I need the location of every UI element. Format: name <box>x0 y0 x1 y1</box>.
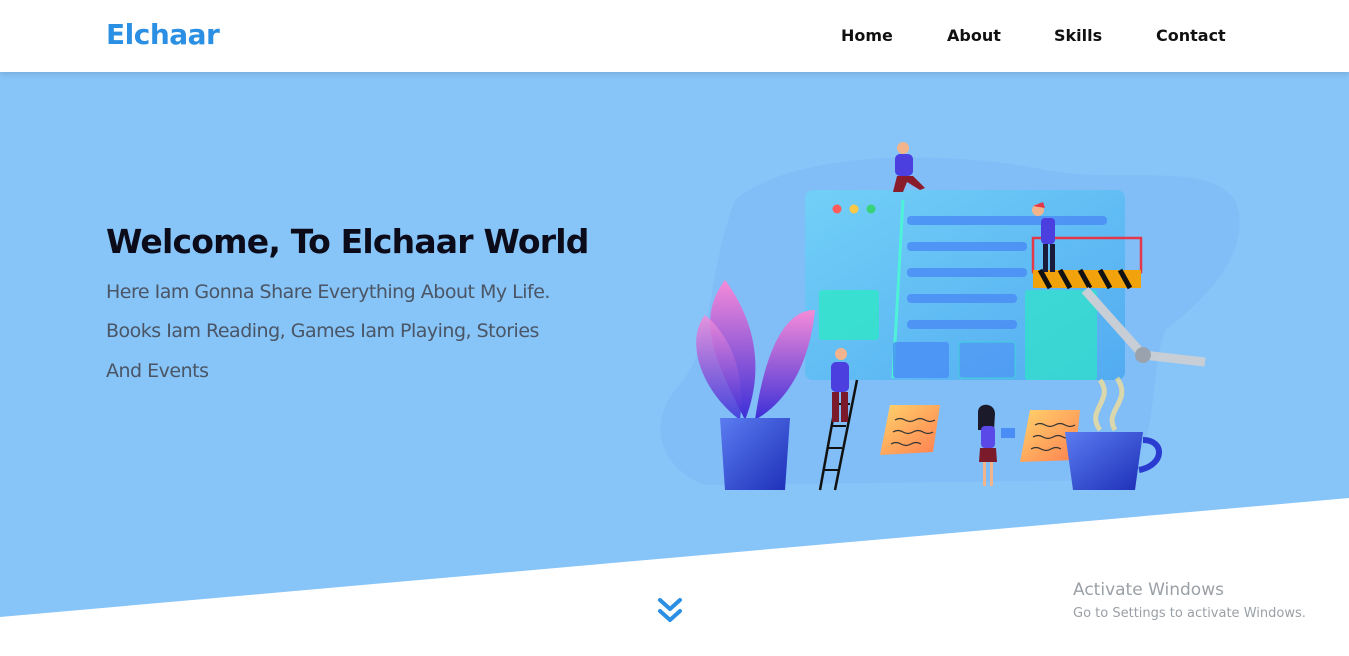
watermark-title: Activate Windows <box>1073 580 1224 600</box>
navbar: Elchaar Home About Skills Contact <box>0 0 1349 72</box>
nav-skills[interactable]: Skills <box>1054 26 1102 45</box>
nav-about[interactable]: About <box>947 26 1001 45</box>
hero-line-1: Here Iam Gonna Share Everything About My… <box>106 281 550 303</box>
hero-line-3: And Events <box>106 360 209 382</box>
nav-home[interactable]: Home <box>841 26 893 45</box>
hero-line-2: Books Iam Reading, Games Iam Playing, St… <box>106 320 539 342</box>
nav-contact[interactable]: Contact <box>1156 26 1226 45</box>
brand-logo[interactable]: Elchaar <box>106 18 220 51</box>
hero-title: Welcome, To Elchaar World <box>106 222 589 261</box>
watermark-subtitle: Go to Settings to activate Windows. <box>1073 606 1306 621</box>
double-chevron-down-icon[interactable] <box>657 597 683 625</box>
web-development-team-illustration <box>660 142 1240 491</box>
